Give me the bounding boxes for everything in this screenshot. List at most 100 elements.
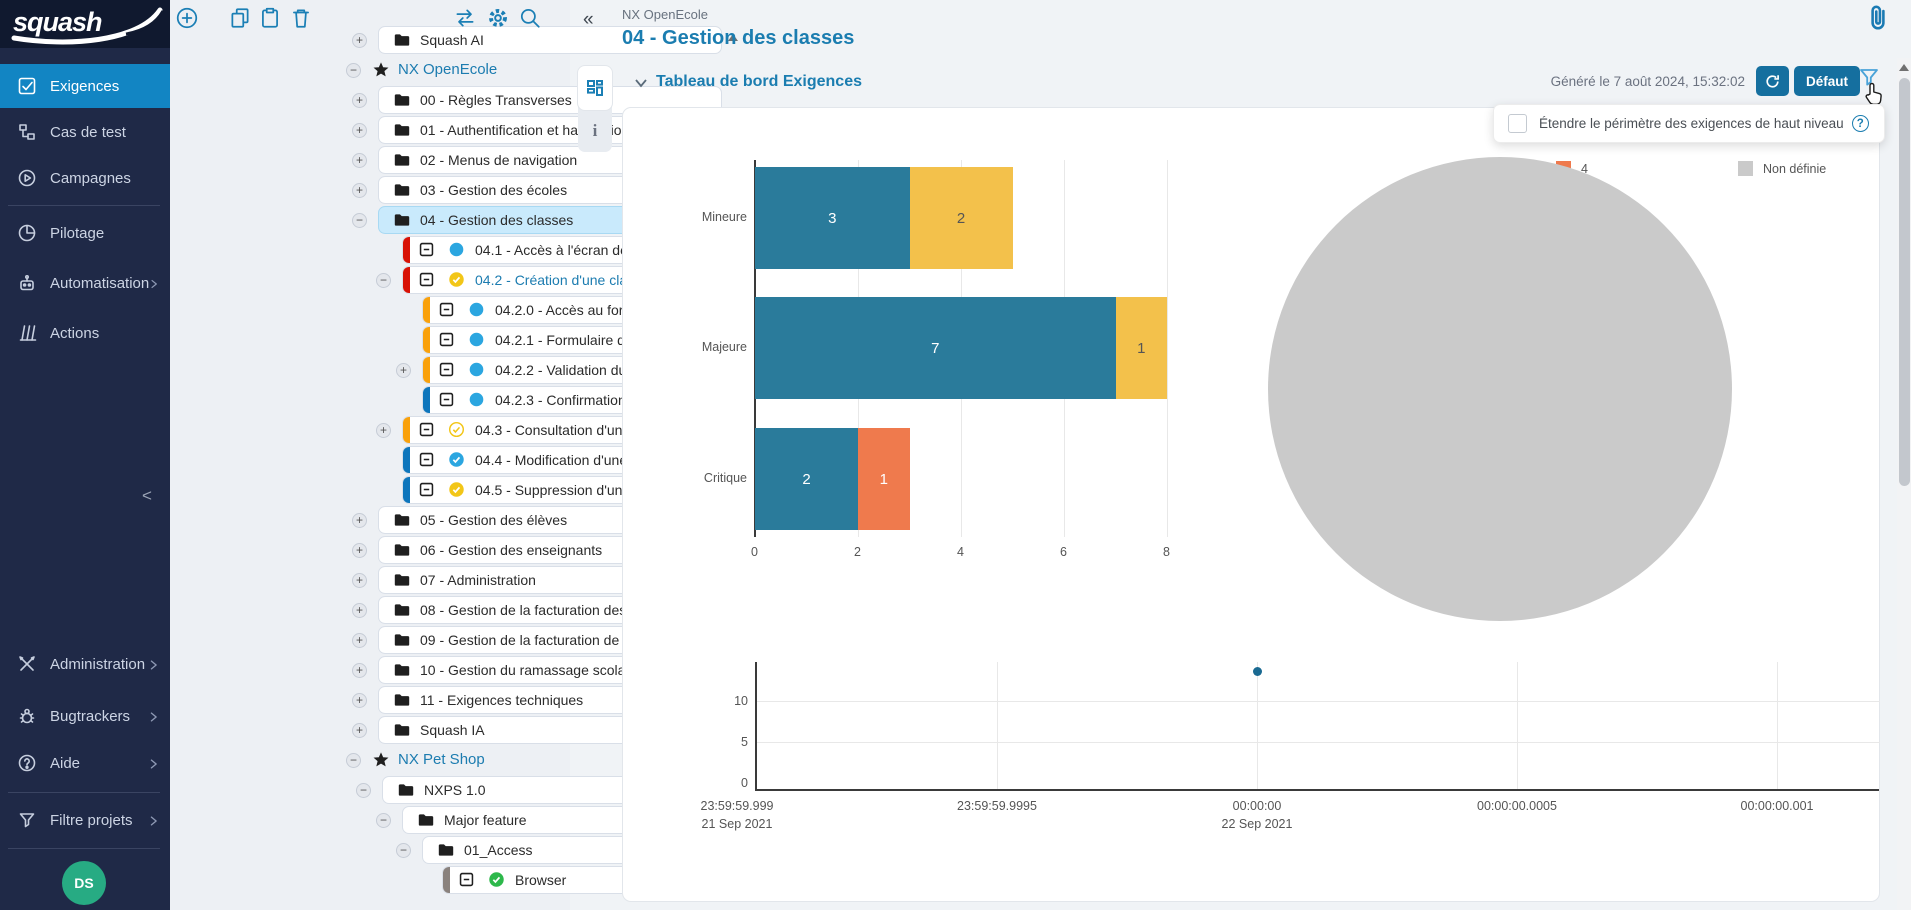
- tree-expander-minus-icon[interactable]: −: [346, 63, 361, 78]
- tree-folder-label[interactable]: 10 - Gestion du ramassage scolaire: [420, 655, 641, 685]
- tree-expander-plus-icon[interactable]: +: [352, 633, 367, 648]
- tree-folder-label[interactable]: Major feature: [444, 805, 526, 835]
- copy-icon[interactable]: [228, 6, 252, 30]
- tree-expander-plus-icon[interactable]: +: [352, 513, 367, 528]
- tree-expander-plus-icon[interactable]: +: [352, 693, 367, 708]
- sidebar-item-cas-de-test[interactable]: Cas de test: [0, 110, 170, 154]
- tree-folder-label[interactable]: 01_Access: [464, 835, 532, 865]
- collapse-square-icon[interactable]: [438, 391, 455, 408]
- breadcrumb[interactable]: NX OpenEcole: [622, 7, 708, 22]
- sidebar-item-administration[interactable]: Administration: [0, 642, 170, 686]
- sidebar-item-bugtrackers[interactable]: Bugtrackers: [0, 694, 170, 738]
- tree-project-label[interactable]: NX OpenEcole: [398, 55, 497, 85]
- avatar[interactable]: DS: [62, 861, 106, 905]
- help-icon: [17, 753, 37, 773]
- bar-segment[interactable]: 3: [755, 167, 910, 269]
- sidebar-item-pilotage[interactable]: Pilotage: [0, 211, 170, 255]
- bar-x-tick: 4: [957, 545, 964, 559]
- bar-segment[interactable]: 1: [858, 428, 910, 530]
- tab-info[interactable]: i: [578, 112, 612, 150]
- tree-expander-minus-icon[interactable]: −: [376, 813, 391, 828]
- tree-expander-plus-icon[interactable]: +: [352, 33, 367, 48]
- scatter-y-axis: [755, 662, 757, 790]
- tree-expander-plus-icon[interactable]: +: [352, 153, 367, 168]
- tree-row[interactable]: − NX OpenEcole: [170, 55, 740, 85]
- bar-segment[interactable]: 7: [755, 297, 1116, 399]
- tree-expander-plus-icon[interactable]: +: [352, 573, 367, 588]
- tree-expander-plus-icon[interactable]: +: [352, 723, 367, 738]
- tree-folder-label[interactable]: Squash IA: [420, 715, 485, 745]
- tree-expander-minus-icon[interactable]: −: [396, 843, 411, 858]
- tree-expander-plus-icon[interactable]: +: [352, 543, 367, 558]
- sidebar-item-actions[interactable]: Actions: [0, 311, 170, 355]
- main-scrollbar[interactable]: [1899, 78, 1910, 486]
- tab-dashboard[interactable]: [578, 66, 612, 110]
- popup-label: Étendre le périmètre des exigences de ha…: [1539, 116, 1844, 131]
- tree-folder-label[interactable]: 04 - Gestion des classes: [420, 205, 573, 235]
- bar-segment[interactable]: 1: [1116, 297, 1168, 399]
- tree-folder-label[interactable]: 00 - Règles Transverses: [420, 85, 572, 115]
- main-scroll-up-icon[interactable]: [1899, 64, 1909, 71]
- tree-expander-plus-icon[interactable]: +: [352, 123, 367, 138]
- delete-icon[interactable]: [289, 6, 313, 30]
- tree-folder-label[interactable]: 02 - Menus de navigation: [420, 145, 577, 175]
- collapse-square-icon[interactable]: [438, 331, 455, 348]
- sidebar-item-aide[interactable]: Aide: [0, 741, 170, 785]
- scatter-y-tick: 5: [720, 735, 748, 749]
- transfer-icon[interactable]: [453, 6, 477, 30]
- collapse-square-icon[interactable]: [438, 301, 455, 318]
- add-icon[interactable]: [175, 6, 199, 30]
- collapse-square-icon[interactable]: [438, 361, 455, 378]
- paste-icon[interactable]: [258, 6, 282, 30]
- search-icon[interactable]: [518, 6, 542, 30]
- squash-logo[interactable]: squash: [0, 0, 170, 48]
- collapse-square-icon[interactable]: [418, 241, 435, 258]
- scatter-data-point[interactable]: [1253, 667, 1262, 676]
- help-icon[interactable]: ?: [1852, 115, 1869, 132]
- high-level-scope-checkbox[interactable]: [1508, 114, 1527, 133]
- gear-icon[interactable]: [486, 6, 510, 30]
- sidebar-collapse-icon[interactable]: <: [142, 486, 152, 506]
- tree-folder-label[interactable]: 07 - Administration: [420, 565, 536, 595]
- tree-folder-label[interactable]: 11 - Exigences techniques: [420, 685, 583, 715]
- collapse-square-icon[interactable]: [418, 271, 435, 288]
- tree-expander-plus-icon[interactable]: +: [352, 663, 367, 678]
- chevron-down-icon[interactable]: [634, 76, 648, 90]
- tree-expander-plus-icon[interactable]: +: [376, 423, 391, 438]
- tree-expander-plus-icon[interactable]: +: [352, 183, 367, 198]
- sidebar-item-campagnes[interactable]: Campagnes: [0, 156, 170, 200]
- scatter-x-tick-date: 21 Sep 2021: [702, 817, 773, 831]
- tree-expander-minus-icon[interactable]: −: [352, 213, 367, 228]
- folder-icon: [393, 661, 411, 679]
- tree-expander-minus-icon[interactable]: −: [346, 753, 361, 768]
- tree-expander-plus-icon[interactable]: +: [352, 93, 367, 108]
- sidebar-item-exigences[interactable]: Exigences: [0, 64, 170, 108]
- pie-slice-non-definie[interactable]: [1268, 157, 1732, 621]
- collapse-square-icon[interactable]: [418, 451, 435, 468]
- dashboard-section-title[interactable]: Tableau de bord Exigences: [656, 73, 862, 91]
- panel-collapse-icon[interactable]: «: [583, 9, 594, 31]
- filter-icon: [17, 810, 37, 830]
- tree-expander-plus-icon[interactable]: +: [396, 363, 411, 378]
- tree-project-label[interactable]: NX Pet Shop: [398, 745, 485, 775]
- scatter-x-tick-date: 22 Sep 2021: [1222, 817, 1293, 831]
- tree-requirement-label[interactable]: Browser: [515, 865, 566, 895]
- tree-folder-label[interactable]: 06 - Gestion des enseignants: [420, 535, 602, 565]
- tree-folder-label[interactable]: 05 - Gestion des élèves: [420, 505, 567, 535]
- collapse-square-icon[interactable]: [458, 871, 475, 888]
- refresh-button[interactable]: [1756, 66, 1789, 96]
- tree-folder-label[interactable]: NXPS 1.0: [424, 775, 485, 805]
- default-button[interactable]: Défaut: [1794, 66, 1860, 96]
- attachment-icon[interactable]: [1866, 4, 1890, 32]
- folder-icon: [393, 571, 411, 589]
- tree-expander-minus-icon[interactable]: −: [356, 783, 371, 798]
- collapse-square-icon[interactable]: [418, 481, 435, 498]
- tree-expander-plus-icon[interactable]: +: [352, 603, 367, 618]
- sidebar-item-automatisation[interactable]: Automatisation: [0, 261, 170, 305]
- bar-segment[interactable]: 2: [755, 428, 858, 530]
- bar-segment[interactable]: 2: [910, 167, 1013, 269]
- tree-expander-minus-icon[interactable]: −: [376, 273, 391, 288]
- sidebar-item-filtre-projets[interactable]: Filtre projets: [0, 798, 170, 842]
- collapse-square-icon[interactable]: [418, 421, 435, 438]
- tree-folder-label[interactable]: 03 - Gestion des écoles: [420, 175, 567, 205]
